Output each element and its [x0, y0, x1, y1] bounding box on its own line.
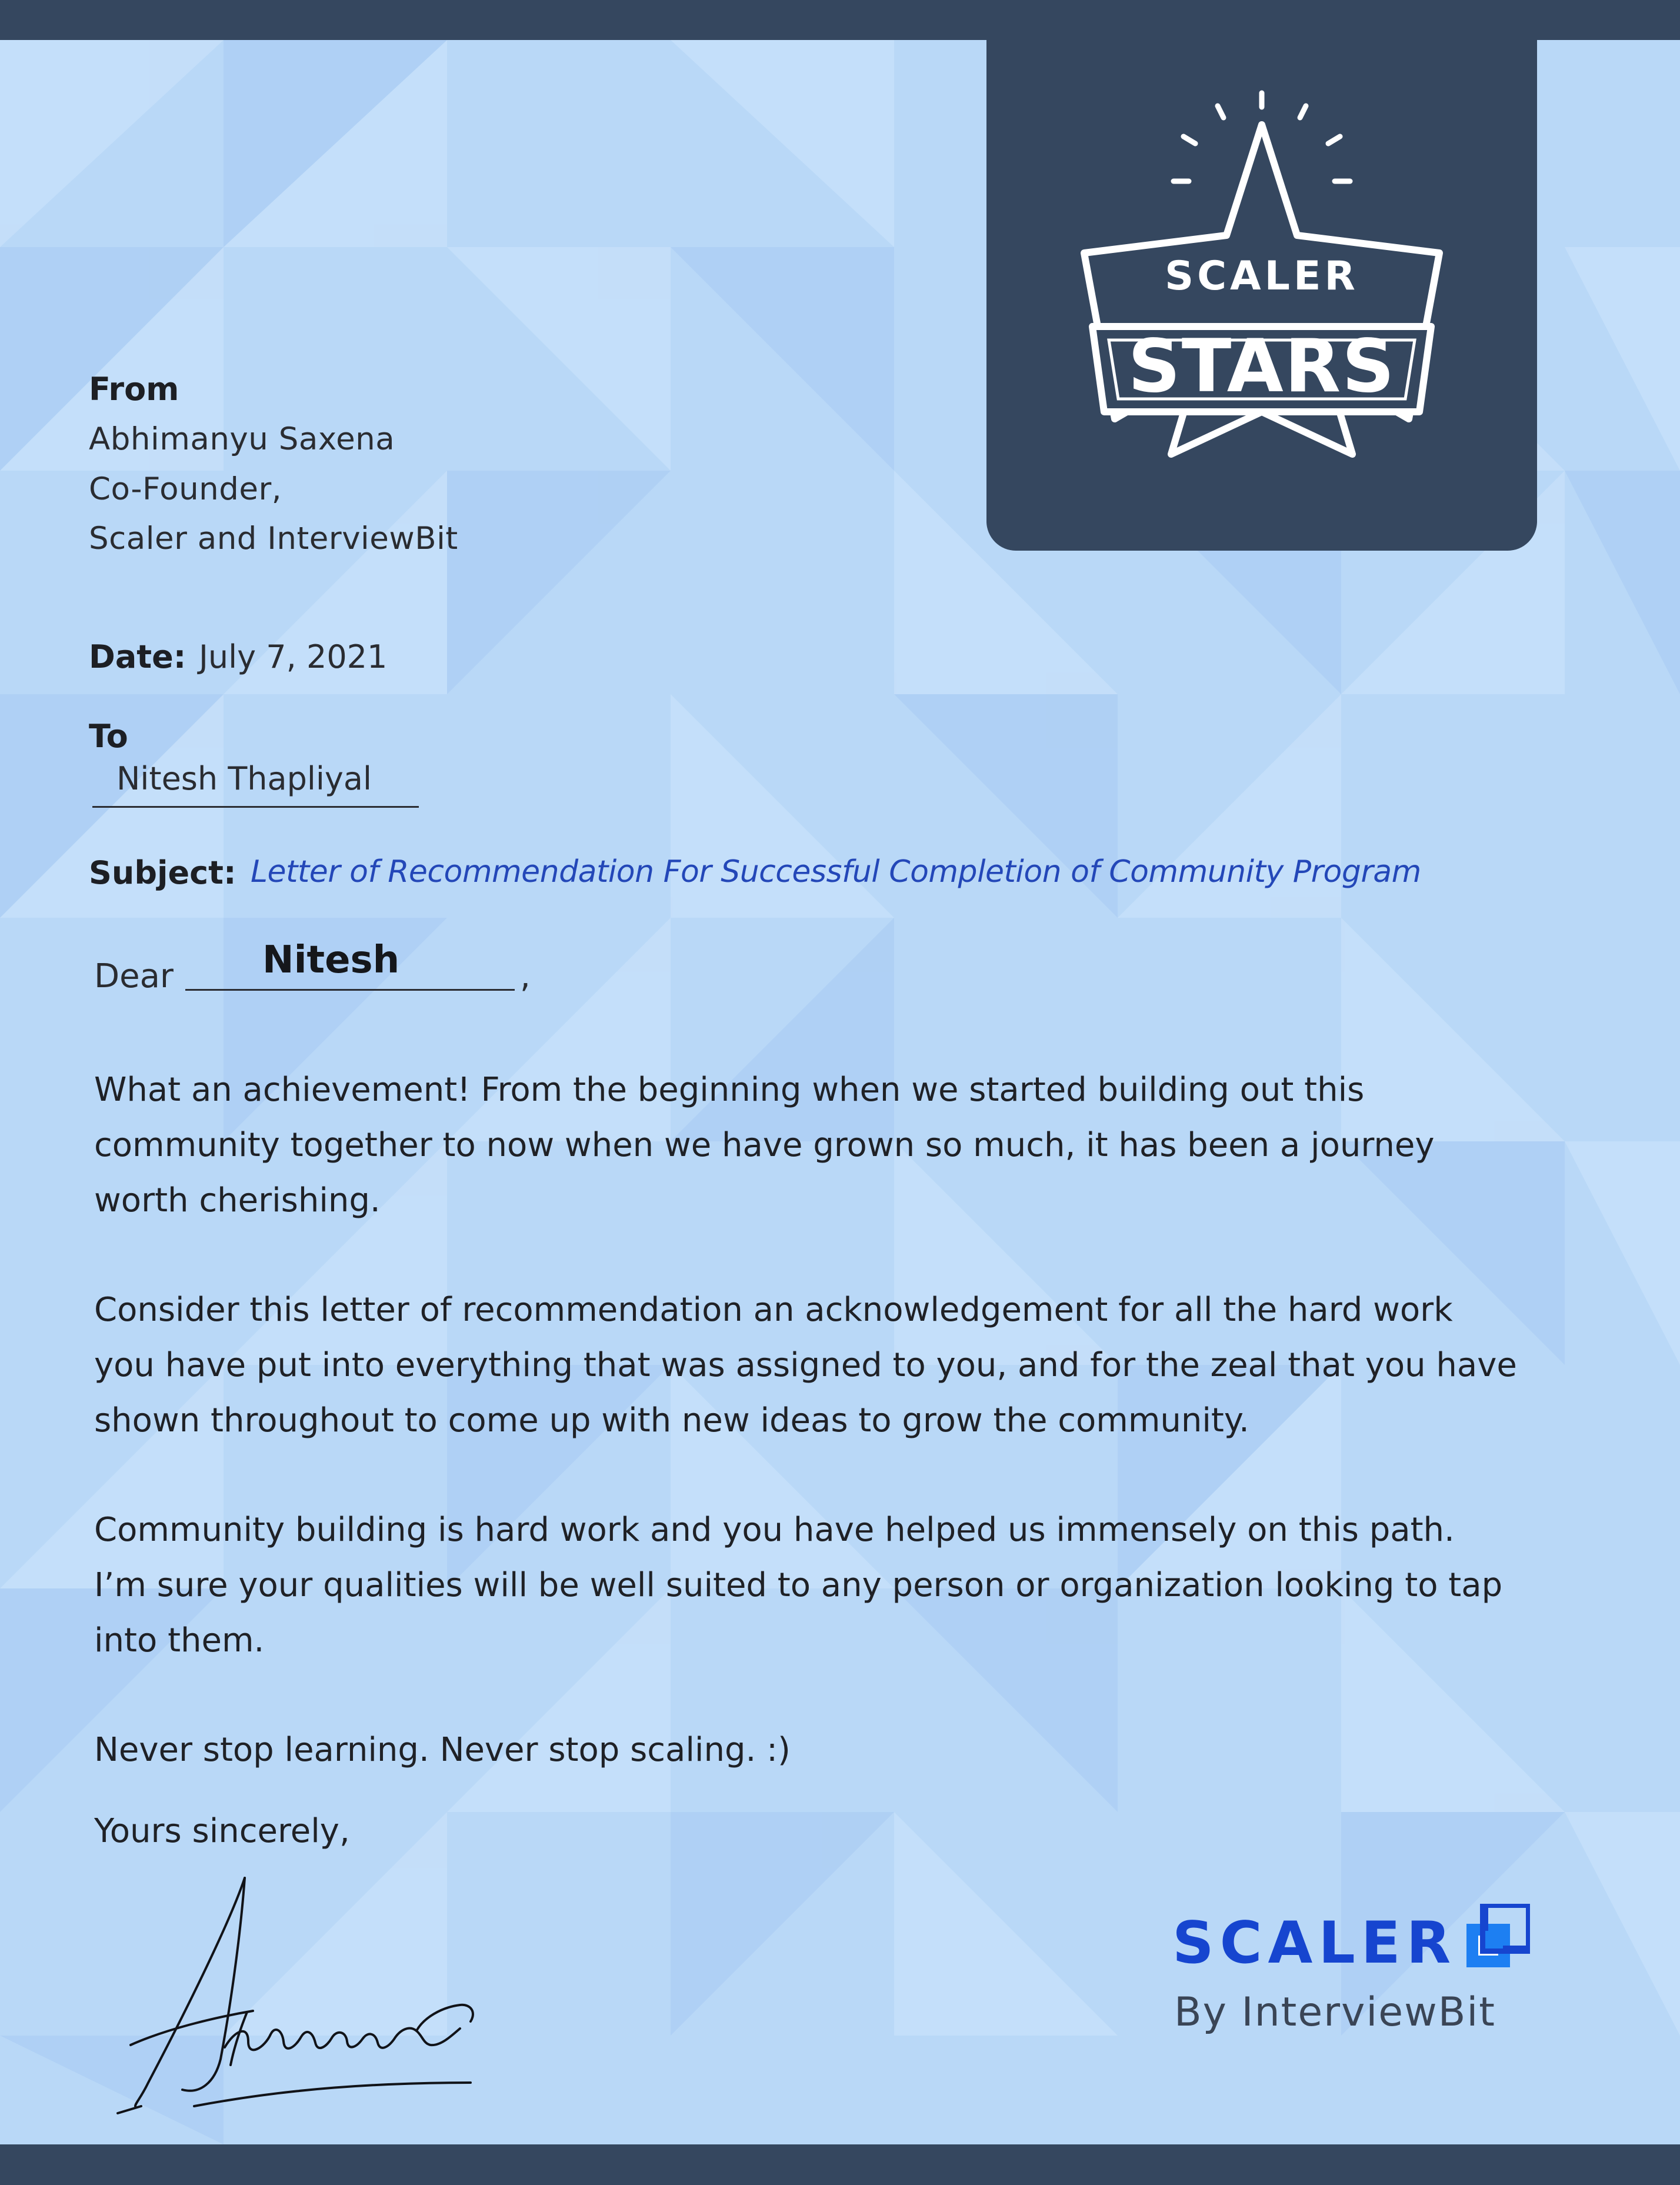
badge-line1: SCALER: [1165, 253, 1359, 299]
paragraph-line: Consider this letter of recommendation a…: [94, 1291, 1453, 1329]
sender-name: Abhimanyu Saxena: [89, 421, 395, 457]
scaler-logo-icon: [1466, 1904, 1530, 1967]
from-label: From: [89, 371, 179, 408]
to-label: To: [89, 718, 128, 755]
scaler-tagline: By InterviewBit: [1174, 1989, 1496, 2036]
salutation-name: Nitesh: [262, 938, 400, 982]
bottom-bar: [0, 2144, 1680, 2185]
salutation-comma: ,: [520, 957, 531, 995]
paragraph-line: I’m sure your qualities will be well sui…: [94, 1566, 1503, 1604]
star-icon: SCALER STARS: [1081, 90, 1443, 458]
badge-line2: STARS: [1128, 324, 1395, 409]
subject-text: Letter of Recommendation For Successful …: [251, 854, 1421, 890]
date-value: July 7, 2021: [199, 638, 388, 675]
sender-organization: Scaler and InterviewBit: [89, 521, 458, 557]
paragraph-line: shown throughout to come up with new ide…: [94, 1401, 1249, 1440]
paragraph-line: into them.: [94, 1621, 265, 1660]
scaler-stars-badge: SCALER STARS: [986, 0, 1537, 551]
closing: Yours sincerely,: [94, 1812, 350, 1850]
date-label: Date:: [89, 638, 186, 675]
paragraph-line: Community building is hard work and you …: [94, 1511, 1455, 1549]
paragraph-line: you have put into everything that was as…: [94, 1346, 1517, 1384]
sender-title: Co-Founder,: [89, 471, 282, 507]
body-paragraph-4: Never stop learning. Never stop scaling.…: [94, 1731, 791, 1769]
paragraph-line: What an achievement! From the beginning …: [94, 1071, 1365, 1109]
signature-icon: [116, 1877, 474, 2114]
paragraph-line: worth cherishing.: [94, 1181, 381, 1220]
body-paragraph-2: Consider this letter of recommendation a…: [94, 1283, 1517, 1448]
salutation-dear: Dear: [94, 957, 174, 995]
subject-label: Subject:: [89, 854, 236, 891]
recipient-underline: [92, 806, 419, 808]
body-paragraph-1: What an achievement! From the beginning …: [94, 1062, 1434, 1228]
salutation-underline: [185, 989, 515, 991]
recipient-name: Nitesh Thapliyal: [116, 760, 372, 797]
letter-page: SCALER STARS From Abhimanyu Saxena Co-Fo…: [0, 0, 1680, 2185]
scaler-wordmark: SCALER: [1172, 1910, 1457, 1977]
body-paragraph-3: Community building is hard work and you …: [94, 1503, 1502, 1668]
paragraph-line: community together to now when we have g…: [94, 1126, 1435, 1164]
